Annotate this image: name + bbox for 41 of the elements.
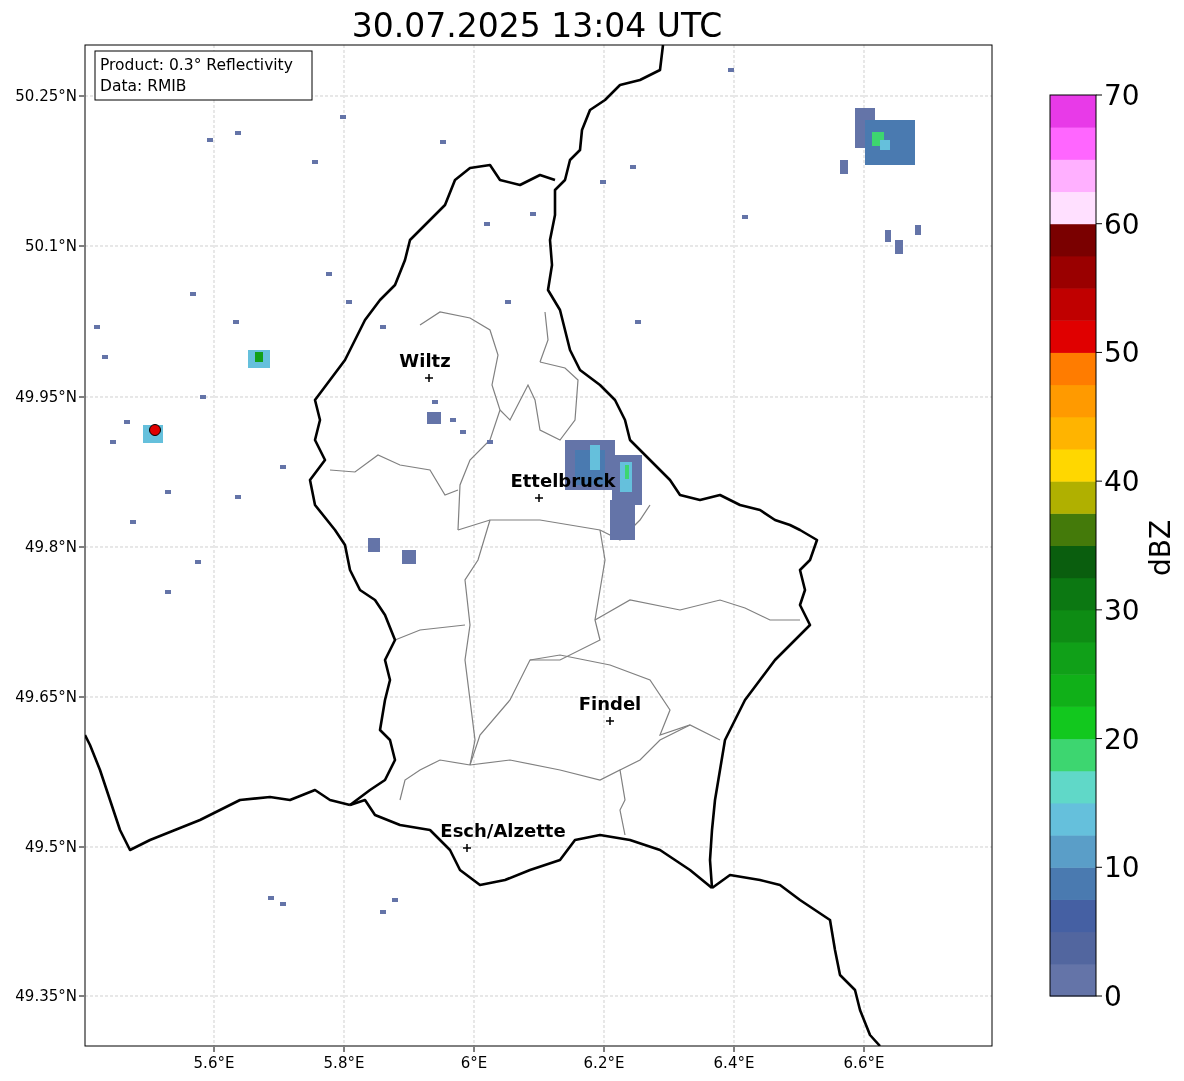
tick-mark (1095, 738, 1103, 740)
latitude-tick-label: 49.95°N (15, 388, 77, 406)
latitude-tick-label: 50.1°N (24, 237, 77, 255)
longitude-tick-label: 5.6°E (193, 1054, 235, 1072)
latitude-tick-label: 49.5°N (24, 838, 77, 856)
longitude-tick-label: 6°E (460, 1054, 488, 1072)
tick-mark (1095, 995, 1103, 997)
colorbar-tick-label: 60 (1104, 207, 1140, 241)
colorbar-tick-label: 10 (1104, 851, 1140, 885)
tick-mark (1095, 94, 1103, 96)
colorbar-tick-label: 20 (1104, 722, 1140, 756)
latitude-tick-label: 50.25°N (15, 87, 77, 105)
info-text: Product: 0.3° Reflectivity (100, 56, 293, 74)
longitude-tick-label: 6.2°E (583, 1054, 625, 1072)
colorbar-tick-label: 70 (1104, 79, 1140, 112)
tick-mark (1095, 480, 1103, 482)
tick-mark (1095, 351, 1103, 353)
city-marker (424, 373, 434, 383)
city-label: Findel (578, 693, 642, 714)
city-label: Wiltz (399, 350, 451, 371)
city-marker (534, 493, 544, 503)
city-marker (462, 843, 472, 853)
colorbar-tick-label: 0 (1104, 980, 1122, 1013)
tick-mark (1095, 609, 1103, 611)
colorbar-tick-label: 50 (1104, 336, 1140, 370)
tick-mark (1095, 223, 1103, 225)
colorbar-tick-label: 40 (1104, 465, 1140, 499)
longitude-tick-label: 6.4°E (713, 1054, 755, 1072)
latitude-tick-label: 49.65°N (15, 688, 77, 706)
tick-mark (1095, 866, 1103, 868)
colorbar-label: dBZ (1144, 519, 1177, 577)
latitude-tick-label: 49.8°N (24, 538, 77, 556)
radar-site-marker (149, 424, 161, 436)
chart-title: 30.07.2025 13:04 UTC (351, 6, 723, 45)
longitude-tick-label: 5.8°E (323, 1054, 365, 1072)
info-text: Data: RMIB (100, 77, 187, 95)
city-marker (605, 716, 615, 726)
colorbar-tick-label: 30 (1104, 593, 1140, 627)
city-label: Esch/Alzette (440, 820, 566, 841)
latitude-tick-label: 49.35°N (15, 987, 77, 1005)
longitude-tick-label: 6.6°E (843, 1054, 885, 1072)
